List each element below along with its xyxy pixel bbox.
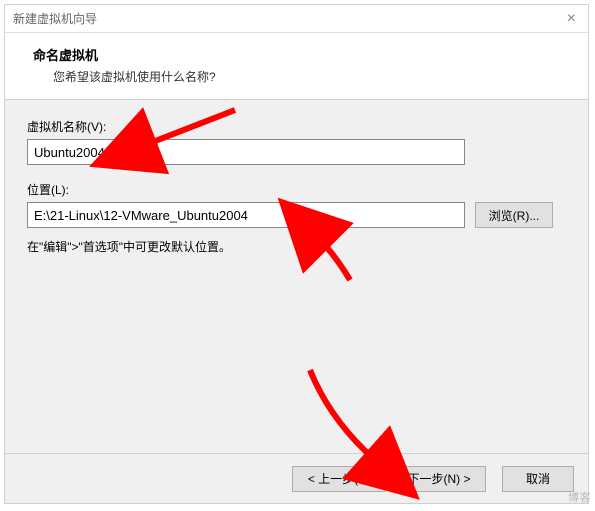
back-button[interactable]: < 上一步(B)	[292, 466, 386, 492]
location-input[interactable]	[27, 202, 465, 228]
page-title: 命名虚拟机	[33, 45, 568, 64]
wizard-dialog: 新建虚拟机向导 × 命名虚拟机 您希望该虚拟机使用什么名称? 虚拟机名称(V):…	[4, 4, 589, 504]
pref-note: 在"编辑">"首选项"中可更改默认位置。	[27, 238, 566, 255]
vm-name-input[interactable]	[27, 139, 465, 165]
browse-button[interactable]: 浏览(R)...	[475, 202, 553, 228]
page-subtitle: 您希望该虚拟机使用什么名称?	[53, 68, 568, 85]
footer: < 上一步(B) 下一步(N) > 取消	[5, 453, 588, 503]
location-label: 位置(L):	[27, 181, 566, 198]
window-title: 新建虚拟机向导	[13, 10, 97, 27]
content-area: 虚拟机名称(V): 位置(L): 浏览(R)... 在"编辑">"首选项"中可更…	[5, 100, 588, 273]
wizard-header: 命名虚拟机 您希望该虚拟机使用什么名称?	[5, 33, 588, 100]
next-button[interactable]: 下一步(N) >	[392, 466, 486, 492]
close-icon[interactable]: ×	[563, 10, 580, 28]
titlebar: 新建虚拟机向导 ×	[5, 5, 588, 33]
cancel-button[interactable]: 取消	[502, 466, 574, 492]
vm-name-label: 虚拟机名称(V):	[27, 118, 566, 135]
watermark: 博客	[568, 489, 591, 505]
